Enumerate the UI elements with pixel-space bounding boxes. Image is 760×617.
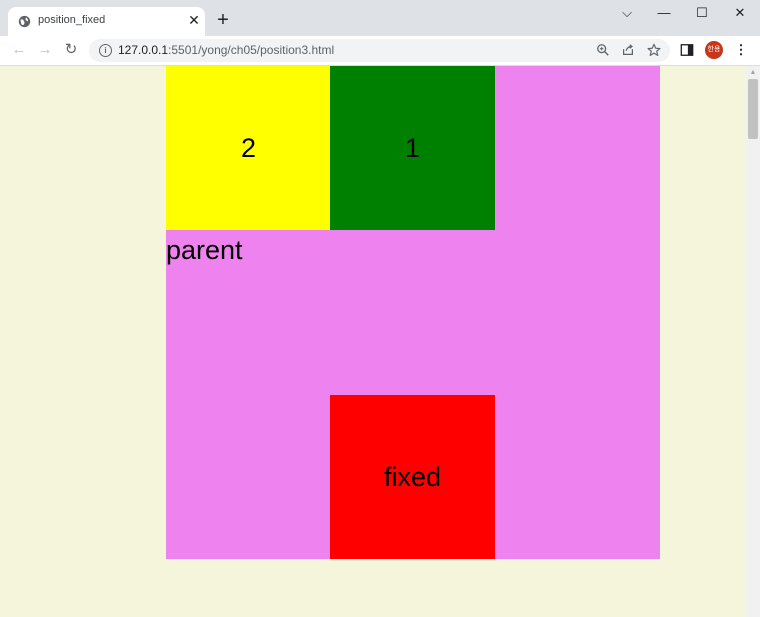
zoom-icon[interactable]: [596, 43, 610, 57]
url-host: 127.0.0.1: [118, 43, 169, 57]
fixed-box: fixed: [330, 395, 495, 559]
scroll-thumb[interactable]: [748, 79, 758, 139]
scroll-up-arrow-icon[interactable]: ▲: [746, 68, 760, 78]
site-info-icon[interactable]: i: [99, 44, 112, 57]
address-bar[interactable]: i 127.0.0.1:5501/yong/ch05/position3.htm…: [89, 39, 670, 62]
reload-icon[interactable]: ↻: [61, 40, 81, 60]
minimize-icon[interactable]: —: [649, 4, 679, 22]
tab-position-fixed[interactable]: position_fixed ✕: [8, 7, 205, 36]
menu-kebab-icon[interactable]: ⋮: [732, 41, 750, 59]
window-close-icon[interactable]: ✕: [725, 4, 755, 22]
new-tab-button[interactable]: +: [214, 10, 232, 30]
toolbar: ← → ↻ i 127.0.0.1:5501/yong/ch05/positio…: [0, 36, 760, 66]
forward-arrow-icon[interactable]: →: [35, 40, 55, 60]
page-viewport: parent 2 1 fixed: [0, 66, 746, 617]
url-path: :5501/yong/ch05/position3.html: [168, 43, 335, 57]
url-text[interactable]: 127.0.0.1:5501/yong/ch05/position3.html: [118, 43, 334, 57]
share-icon[interactable]: [621, 43, 635, 57]
bookmark-star-icon[interactable]: [647, 43, 661, 57]
box-2: 2: [166, 66, 331, 230]
maximize-icon[interactable]: ☐: [687, 4, 717, 22]
box-2-label: 2: [240, 132, 257, 163]
box-1-label: 1: [404, 132, 421, 163]
back-arrow-icon[interactable]: ←: [9, 40, 29, 60]
tab-search-chevron-icon[interactable]: ⌵: [612, 4, 642, 22]
tab-title: position_fixed: [38, 14, 106, 26]
side-panel-icon[interactable]: [680, 43, 694, 57]
tab-close-icon[interactable]: ✕: [186, 12, 202, 28]
browser-window: position_fixed ✕ + ⌵ — ☐ ✕ ← → ↻ i 127.0…: [0, 0, 760, 617]
box-1: 1: [330, 66, 495, 230]
profile-avatar[interactable]: 한용: [705, 41, 723, 59]
parent-label: parent: [166, 235, 243, 265]
vertical-scrollbar[interactable]: ▲: [746, 66, 760, 617]
fixed-box-label: fixed: [383, 461, 442, 492]
tab-strip: position_fixed ✕ + ⌵ — ☐ ✕: [0, 0, 760, 36]
globe-icon: [18, 15, 31, 28]
